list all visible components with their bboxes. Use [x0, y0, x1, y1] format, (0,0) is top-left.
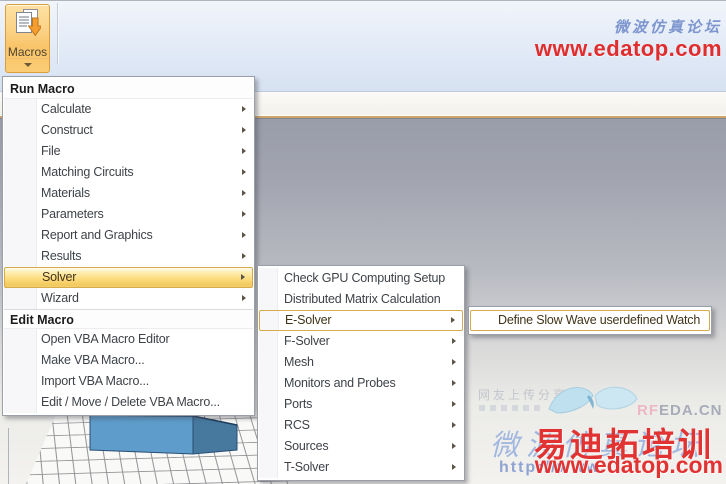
menu-item-label: Monitors and Probes — [284, 376, 396, 390]
menu-item-label: Mesh — [284, 355, 314, 369]
chevron-down-icon — [24, 63, 32, 67]
submenu-arrow-icon — [452, 401, 456, 407]
menu-item-make-vba-macro[interactable]: Make VBA Macro... — [4, 350, 253, 371]
submenu-arrow-icon — [242, 127, 246, 133]
submenu-arrow-icon — [452, 338, 456, 344]
menu-item-label: Check GPU Computing Setup — [284, 271, 445, 285]
submenu-arrow-icon — [452, 464, 456, 470]
menu-item-rcs[interactable]: RCS — [259, 415, 463, 436]
menu-item-mesh[interactable]: Mesh — [259, 352, 463, 373]
menu-item-sources[interactable]: Sources — [259, 436, 463, 457]
menu-item-check-gpu-computing-setup[interactable]: Check GPU Computing Setup — [259, 268, 463, 289]
macros-dropdown-menu: Run Macro Calculate Construct File Matching … — [2, 76, 255, 416]
menu-item-results[interactable]: Results — [4, 246, 253, 267]
watermark-top-right: 微波仿真论坛 www.edatop.com — [535, 20, 722, 61]
watermark-rfeda-text: RFEDA.CN — [637, 402, 723, 419]
menu-item-report-and-graphics[interactable]: Report and Graphics — [4, 225, 253, 246]
menu-item-matching-circuits[interactable]: Matching Circuits — [4, 162, 253, 183]
menu-item-label: E-Solver — [285, 313, 331, 327]
e-solver-submenu: Define Slow Wave userdefined Watch — [468, 306, 712, 335]
menu-item-import-vba-macro[interactable]: Import VBA Macro... — [4, 371, 253, 392]
menu-item-label: Construct — [41, 123, 93, 137]
menu-item-label: Report and Graphics — [41, 228, 153, 242]
menu-item-label: File — [41, 144, 60, 158]
menu-item-wizard[interactable]: Wizard — [4, 288, 253, 309]
menu-item-label: Open VBA Macro Editor — [41, 332, 170, 346]
menu-section-header-edit-macro: Edit Macro — [4, 309, 253, 329]
submenu-arrow-icon — [452, 380, 456, 386]
menu-item-materials[interactable]: Materials — [4, 183, 253, 204]
submenu-arrow-icon — [452, 422, 456, 428]
app-window: Macros 微波仿真论坛 www.edatop.com 网友上传分享 — [0, 0, 726, 484]
menu-item-label: Solver — [42, 270, 76, 284]
view-edge-line — [8, 428, 9, 484]
menu-item-construct[interactable]: Construct — [4, 120, 253, 141]
menu-item-distributed-matrix-calculation[interactable]: Distributed Matrix Calculation — [259, 289, 463, 310]
submenu-arrow-icon — [242, 211, 246, 217]
submenu-arrow-icon — [242, 169, 246, 175]
menu-item-label: Edit / Move / Delete VBA Macro... — [41, 395, 220, 409]
watermark-squares — [479, 405, 543, 411]
menu-section-header-run-macro: Run Macro — [4, 79, 253, 99]
menu-item-label: Matching Circuits — [41, 165, 133, 179]
watermark-red-url: www.edatop.com — [535, 37, 722, 61]
menu-item-solver[interactable]: Solver — [4, 267, 253, 288]
macros-dropdown-zone[interactable] — [6, 58, 49, 72]
submenu-arrow-icon — [242, 190, 246, 196]
watermark-red-url-bottom: www.edatop.com — [535, 452, 723, 479]
submenu-arrow-icon — [241, 274, 245, 280]
watermark-blue-text: 微波仿真论坛 — [535, 20, 722, 37]
menu-item-ports[interactable]: Ports — [259, 394, 463, 415]
menu-item-label: Calculate — [41, 102, 91, 116]
menu-item-monitors-and-probes[interactable]: Monitors and Probes — [259, 373, 463, 394]
menu-item-e-solver[interactable]: E-Solver — [259, 310, 463, 331]
submenu-arrow-icon — [451, 317, 455, 323]
menu-item-label: Import VBA Macro... — [41, 374, 149, 388]
menu-item-file[interactable]: File — [4, 141, 253, 162]
menu-item-label: Sources — [284, 439, 328, 453]
menu-item-label: Distributed Matrix Calculation — [284, 292, 441, 306]
submenu-arrow-icon — [242, 148, 246, 154]
submenu-arrow-icon — [242, 106, 246, 112]
menu-item-edit-move-delete-vba-macro[interactable]: Edit / Move / Delete VBA Macro... — [4, 392, 253, 413]
macros-button[interactable]: Macros — [5, 4, 50, 73]
model-box — [85, 411, 245, 463]
submenu-arrow-icon — [242, 253, 246, 259]
menu-item-label: Ports — [284, 397, 312, 411]
menu-item-calculate[interactable]: Calculate — [4, 99, 253, 120]
menu-item-label: T-Solver — [284, 460, 329, 474]
menu-item-label: Parameters — [41, 207, 104, 221]
menu-item-label: Materials — [41, 186, 90, 200]
menu-item-label: Define Slow Wave userdefined Watch — [498, 313, 700, 327]
menu-item-label: Wizard — [41, 291, 79, 305]
menu-item-label: Make VBA Macro... — [41, 353, 145, 367]
macros-button-label: Macros — [6, 45, 49, 59]
submenu-arrow-icon — [242, 232, 246, 238]
menu-item-define-slow-wave-userdefined-watch[interactable]: Define Slow Wave userdefined Watch — [470, 310, 710, 331]
submenu-arrow-icon — [452, 359, 456, 365]
ribbon-group-separator — [57, 3, 58, 64]
menu-item-label: Results — [41, 249, 81, 263]
menu-item-label: F-Solver — [284, 334, 330, 348]
submenu-arrow-icon — [242, 295, 246, 301]
menu-item-f-solver[interactable]: F-Solver — [259, 331, 463, 352]
menu-item-t-solver[interactable]: T-Solver — [259, 457, 463, 478]
menu-item-parameters[interactable]: Parameters — [4, 204, 253, 225]
menu-item-open-vba-macro-editor[interactable]: Open VBA Macro Editor — [4, 329, 253, 350]
solver-submenu: Check GPU Computing Setup Distributed Mat… — [257, 265, 465, 481]
menu-item-label: RCS — [284, 418, 310, 432]
macro-document-icon — [15, 9, 41, 39]
submenu-arrow-icon — [452, 443, 456, 449]
